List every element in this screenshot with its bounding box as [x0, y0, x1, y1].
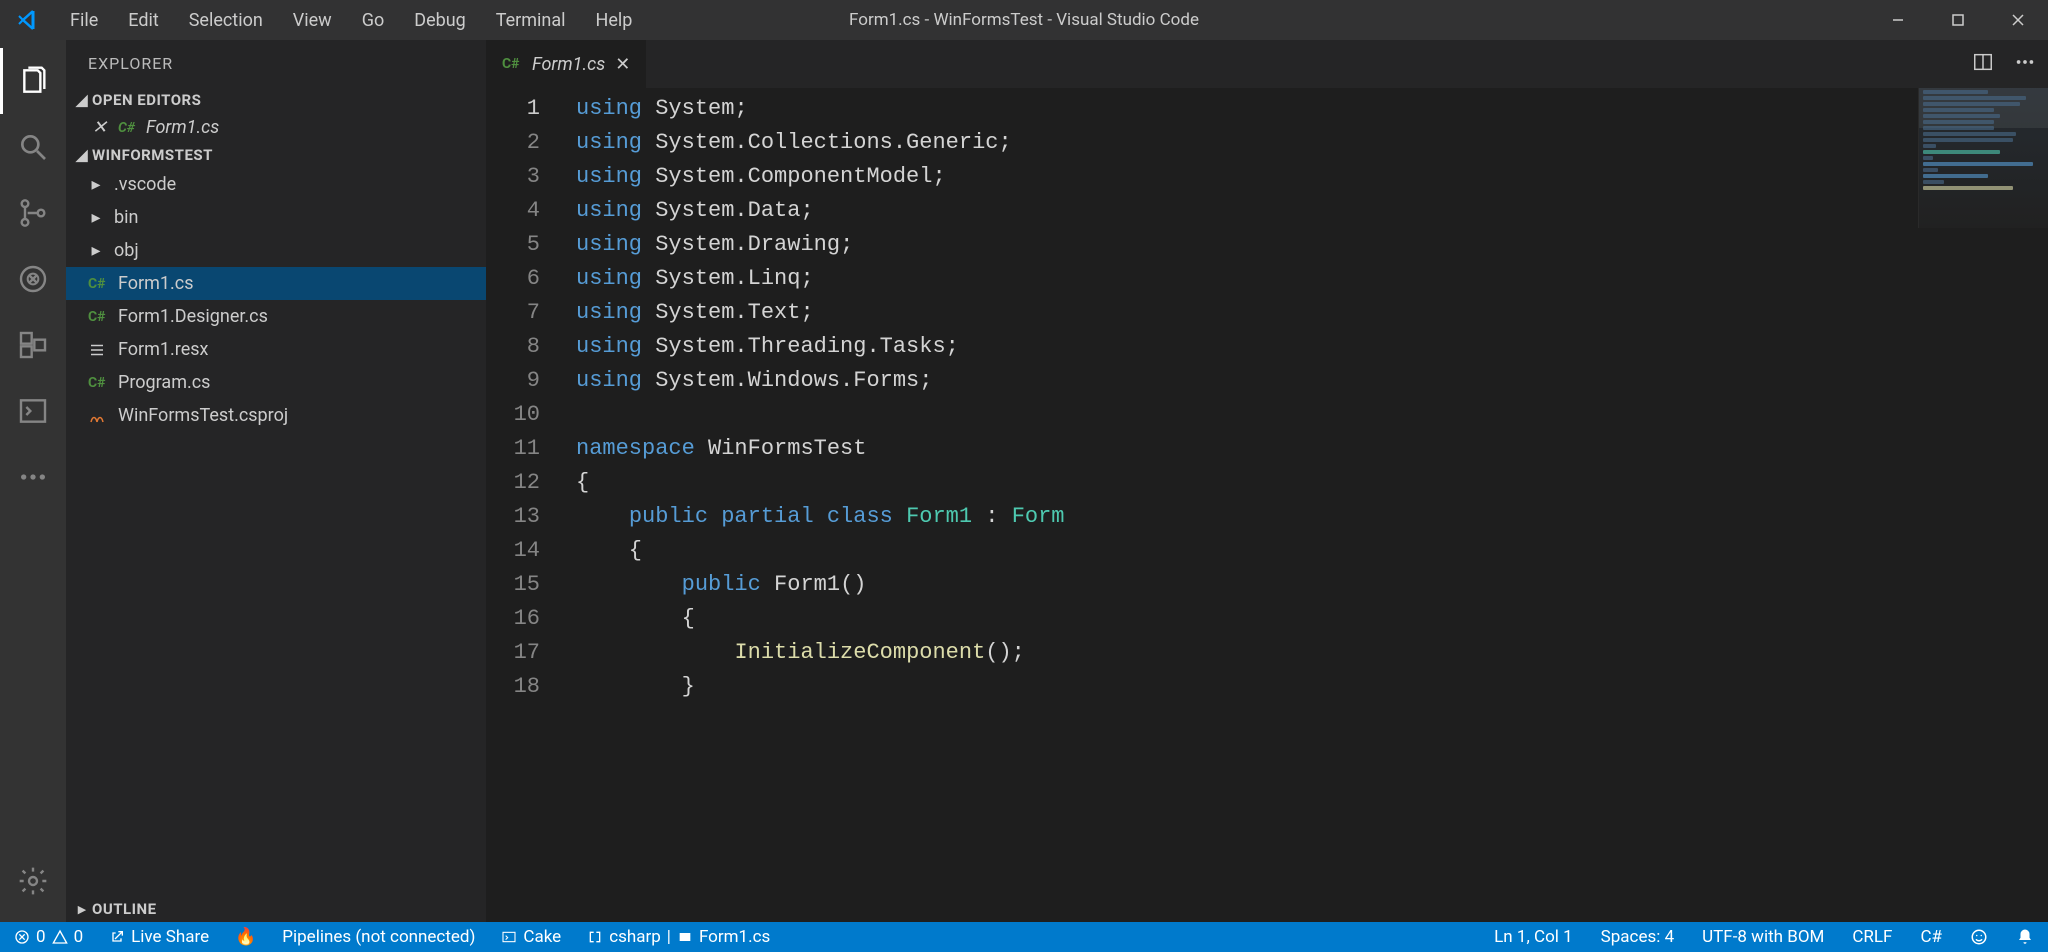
status-encoding[interactable]: UTF-8 with BOM: [1698, 927, 1828, 947]
file-name: .vscode: [114, 174, 176, 195]
menu-selection[interactable]: Selection: [177, 6, 275, 35]
outline-section[interactable]: ▸ OUTLINE: [66, 896, 486, 922]
tab-form1[interactable]: C# Form1.cs ✕: [486, 40, 647, 88]
csharp-file-icon: C#: [118, 120, 138, 136]
csharp-file-icon: C#: [88, 276, 108, 292]
csharp-file-icon: C#: [88, 375, 108, 391]
csharp-file-icon: C#: [88, 309, 108, 325]
close-button[interactable]: [1988, 0, 2048, 40]
tab-bar: C# Form1.cs ✕: [486, 40, 2048, 88]
chevron-down-icon: ◢: [72, 146, 92, 164]
file-item[interactable]: ▸ obj: [66, 234, 486, 267]
status-problems[interactable]: 0 0: [10, 927, 87, 947]
line-gutter: 123456789101112131415161718: [486, 88, 576, 922]
status-feedback-icon[interactable]: [1966, 927, 1992, 947]
file-item[interactable]: C# Form1.cs: [66, 267, 486, 300]
file-name: Program.cs: [118, 372, 210, 393]
file-item[interactable]: ▸ bin: [66, 201, 486, 234]
search-icon[interactable]: [0, 114, 66, 180]
explorer-icon[interactable]: [0, 48, 66, 114]
menu-view[interactable]: View: [281, 6, 344, 35]
status-cake[interactable]: Cake: [497, 927, 565, 947]
debug-icon[interactable]: [0, 246, 66, 312]
explorer-sidebar: EXPLORER ◢ OPEN EDITORS ✕ C# Form1.cs ◢ …: [66, 40, 486, 922]
title-bar: FileEditSelectionViewGoDebugTerminalHelp…: [0, 0, 2048, 40]
menu-terminal[interactable]: Terminal: [484, 6, 578, 35]
status-bar: 0 0 Live Share 🔥 Pipelines (not connecte…: [0, 922, 2048, 952]
minimap[interactable]: [1918, 88, 2048, 228]
status-flame-icon[interactable]: 🔥: [231, 927, 260, 947]
extensions-icon[interactable]: [0, 312, 66, 378]
csharp-file-icon: C#: [502, 56, 522, 72]
tab-label: Form1.cs: [532, 54, 605, 75]
menu-go[interactable]: Go: [350, 6, 397, 35]
window-controls: [1868, 0, 2048, 40]
maximize-button[interactable]: [1928, 0, 1988, 40]
terminal-panel-icon[interactable]: [0, 378, 66, 444]
menu-bar: FileEditSelectionViewGoDebugTerminalHelp: [48, 6, 644, 35]
menu-debug[interactable]: Debug: [402, 6, 478, 35]
editor-area: C# Form1.cs ✕ 12345678910111213141516171…: [486, 40, 2048, 922]
window-title: Form1.cs - WinFormsTest - Visual Studio …: [849, 10, 1199, 30]
file-name: Form1.Designer.cs: [118, 306, 268, 327]
vscode-logo-icon: [8, 8, 48, 32]
code-editor[interactable]: 123456789101112131415161718 using System…: [486, 88, 2048, 922]
file-name: bin: [114, 207, 138, 228]
status-pipelines[interactable]: Pipelines (not connected): [278, 927, 479, 947]
chevron-down-icon: ◢: [72, 91, 92, 109]
open-editor-label: Form1.cs: [146, 117, 219, 138]
status-eol[interactable]: CRLF: [1848, 927, 1896, 947]
status-bell-icon[interactable]: [2012, 927, 2038, 947]
code-content[interactable]: using System;using System.Collections.Ge…: [576, 88, 2048, 922]
menu-edit[interactable]: Edit: [116, 6, 170, 35]
project-section[interactable]: ◢ WINFORMSTEST: [66, 142, 486, 168]
file-name: obj: [114, 240, 139, 261]
explorer-title: EXPLORER: [66, 40, 486, 87]
status-live-share[interactable]: Live Share: [105, 927, 213, 947]
open-editor-item[interactable]: ✕ C# Form1.cs: [66, 113, 486, 142]
file-name: Form1.cs: [118, 273, 194, 294]
resx-file-icon: [88, 341, 108, 359]
more-actions-icon[interactable]: [2014, 51, 2036, 78]
chevron-right-icon: ▸: [88, 240, 104, 261]
file-item[interactable]: C# Program.cs: [66, 366, 486, 399]
close-icon[interactable]: ✕: [615, 54, 630, 75]
status-language[interactable]: C#: [1916, 927, 1946, 947]
close-icon[interactable]: ✕: [92, 117, 110, 138]
file-name: WinFormsTest.csproj: [118, 405, 288, 426]
chevron-right-icon: ▸: [88, 207, 104, 228]
status-indent[interactable]: Spaces: 4: [1597, 927, 1678, 947]
file-item[interactable]: WinFormsTest.csproj: [66, 399, 486, 432]
settings-gear-icon[interactable]: [0, 848, 66, 914]
csproj-file-icon: [88, 407, 108, 425]
status-csharp[interactable]: csharp | Form1.cs: [583, 927, 774, 947]
split-editor-icon[interactable]: [1972, 51, 1994, 78]
file-item[interactable]: ▸ .vscode: [66, 168, 486, 201]
activity-bar: [0, 40, 66, 922]
chevron-right-icon: ▸: [72, 900, 92, 918]
menu-file[interactable]: File: [58, 6, 110, 35]
chevron-right-icon: ▸: [88, 174, 104, 195]
open-editors-section[interactable]: ◢ OPEN EDITORS: [66, 87, 486, 113]
menu-help[interactable]: Help: [584, 6, 645, 35]
file-item[interactable]: C# Form1.Designer.cs: [66, 300, 486, 333]
file-item[interactable]: Form1.resx: [66, 333, 486, 366]
more-icon[interactable]: [0, 444, 66, 510]
file-name: Form1.resx: [118, 339, 208, 360]
source-control-icon[interactable]: [0, 180, 66, 246]
status-cursor[interactable]: Ln 1, Col 1: [1490, 927, 1577, 947]
minimize-button[interactable]: [1868, 0, 1928, 40]
